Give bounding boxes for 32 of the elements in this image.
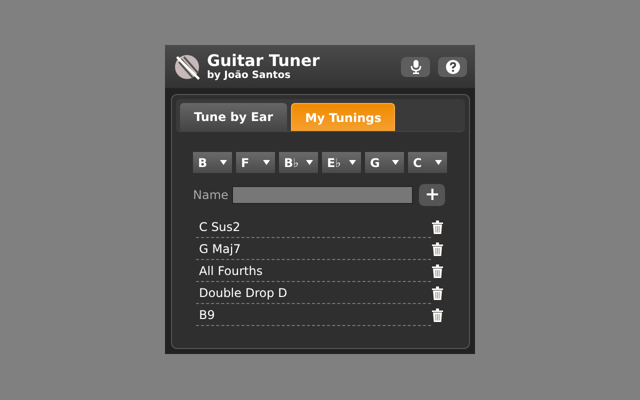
tuning-name[interactable]: G Maj7 [196,242,241,256]
app-title: Guitar Tuner [207,52,321,68]
caret-icon [349,160,356,165]
name-label: Name [193,188,228,202]
help-button[interactable] [438,56,467,76]
tuning-name[interactable]: All Fourths [196,264,263,278]
note-dropdown[interactable]: C [408,152,447,173]
trash-icon[interactable] [432,308,443,322]
note-dropdown[interactable]: B♭ [279,152,318,173]
microphone-button[interactable] [401,56,430,76]
trash-icon[interactable] [432,264,443,278]
caret-icon [263,160,270,165]
add-button[interactable]: + [419,184,446,206]
trash-icon[interactable] [432,242,443,256]
author-text: by João Santos [207,70,292,80]
caret-icon [220,160,227,165]
note-dropdown[interactable]: B [193,152,232,173]
tuning-name[interactable]: Double Drop D [196,286,288,300]
name-field[interactable] [232,186,414,204]
note-dropdown[interactable]: G [365,152,404,173]
trash-icon[interactable] [432,220,443,234]
caret-icon [435,160,442,165]
tuning-name[interactable]: C Sus2 [196,220,240,234]
caret-icon [306,160,313,165]
note-dropdown[interactable]: E♭ [322,152,361,173]
tab[interactable]: Tune by Ear [180,103,288,131]
microphone-icon [410,60,422,74]
help-icon [446,60,460,74]
tuning-name[interactable]: B9 [196,308,215,322]
note-dropdown[interactable]: F [236,152,275,173]
caret-icon [392,160,399,165]
trash-icon[interactable] [432,286,443,300]
